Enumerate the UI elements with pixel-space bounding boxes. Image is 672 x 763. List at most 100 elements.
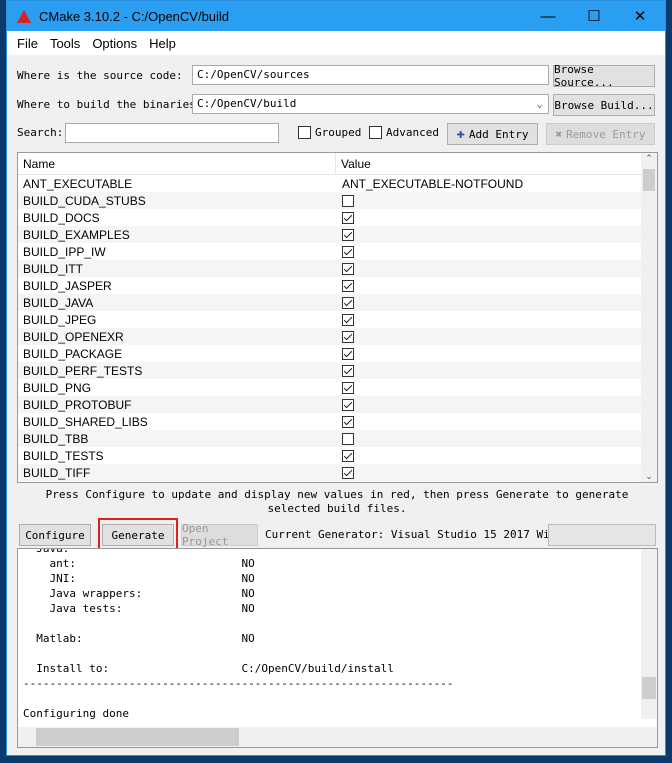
table-vertical-scrollbar[interactable]: ⌃ ⌄ [641, 153, 657, 482]
table-row[interactable]: BUILD_PERF_TESTS [18, 362, 657, 379]
build-value: C:/OpenCV/build [197, 97, 297, 110]
entry-name: BUILD_IPP_IW [23, 244, 106, 259]
entry-checkbox[interactable] [342, 194, 354, 207]
table-row[interactable]: ANT_EXECUTABLE ANT_EXECUTABLE-NOTFOUND [18, 175, 657, 192]
minimize-button[interactable]: — [525, 1, 571, 31]
scroll-down-icon[interactable]: ⌄ [641, 471, 657, 482]
entry-name: BUILD_CUDA_STUBS [23, 193, 146, 208]
entry-name: BUILD_ITT [23, 261, 84, 276]
table-row[interactable]: BUILD_TESTS [18, 447, 657, 464]
search-input[interactable] [65, 123, 279, 143]
menu-bar: File Tools Options Help [7, 31, 665, 55]
table-row[interactable]: BUILD_PROTOBUF [18, 396, 657, 413]
entry-name: BUILD_PNG [23, 380, 92, 395]
entry-name: BUILD_OPENEXR [23, 329, 124, 344]
entry-name: BUILD_JAVA [23, 295, 94, 310]
entry-name: BUILD_PERF_TESTS [23, 363, 143, 378]
entry-checkbox[interactable] [342, 364, 354, 377]
menu-help[interactable]: Help [149, 36, 176, 51]
log-vertical-scrollbar[interactable] [641, 549, 657, 719]
log-horizontal-scrollbar[interactable] [18, 727, 657, 747]
entry-name: ANT_EXECUTABLE [23, 176, 133, 191]
source-label: Where is the source code: [17, 69, 183, 82]
table-row[interactable]: BUILD_DOCS [18, 209, 657, 226]
entry-checkbox[interactable] [342, 466, 354, 479]
browse-source-button[interactable]: Browse Source... [553, 63, 655, 89]
entry-value[interactable]: ANT_EXECUTABLE-NOTFOUND [336, 177, 523, 191]
entry-checkbox[interactable] [342, 262, 354, 275]
configure-button[interactable]: Configure [19, 524, 91, 546]
entry-checkbox[interactable] [342, 211, 354, 224]
entry-checkbox[interactable] [342, 398, 354, 411]
entry-checkbox[interactable] [342, 347, 354, 360]
build-label: Where to build the binaries: [17, 98, 203, 111]
build-combo[interactable]: C:/OpenCV/build ⌄ [192, 94, 549, 114]
cmake-logo-icon [17, 9, 31, 23]
grouped-checkbox[interactable] [298, 126, 311, 139]
cmake-window: CMake 3.10.2 - C:/OpenCV/build — ☐ ✕ Fil… [6, 0, 666, 756]
entry-checkbox[interactable] [342, 245, 354, 258]
current-generator: Current Generator: Visual Studio 15 2017… [265, 528, 570, 541]
grouped-label: Grouped [315, 126, 362, 139]
plus-icon: ✚ [456, 126, 465, 142]
table-row[interactable]: BUILD_JPEG [18, 311, 657, 328]
generate-button[interactable]: Generate [102, 524, 174, 546]
advanced-label: Advanced [386, 126, 439, 139]
column-name[interactable]: Name [18, 153, 336, 174]
scroll-up-icon[interactable]: ⌃ [641, 153, 657, 169]
column-value[interactable]: Value [336, 153, 376, 174]
table-row[interactable]: BUILD_CUDA_STUBS [18, 192, 657, 209]
browse-build-button[interactable]: Browse Build... [553, 94, 655, 116]
table-row[interactable]: BUILD_SHARED_LIBS [18, 413, 657, 430]
table-row[interactable]: BUILD_JASPER [18, 277, 657, 294]
entry-name: BUILD_EXAMPLES [23, 227, 130, 242]
menu-file[interactable]: File [17, 36, 38, 51]
log-text: Java: ant: NO JNI: NO Java wrappers: NO … [23, 548, 454, 720]
title-bar: CMake 3.10.2 - C:/OpenCV/build — ☐ ✕ [7, 1, 665, 31]
entry-checkbox[interactable] [342, 415, 354, 428]
table-row[interactable]: BUILD_IPP_IW [18, 243, 657, 260]
entry-checkbox[interactable] [342, 279, 354, 292]
table-row[interactable]: BUILD_ITT [18, 260, 657, 277]
entry-name: BUILD_TIFF [23, 465, 91, 480]
menu-tools[interactable]: Tools [50, 36, 80, 51]
open-project-button[interactable]: Open Project [181, 522, 258, 548]
entry-checkbox[interactable] [342, 381, 354, 394]
log-hscroll-thumb[interactable] [36, 728, 239, 746]
remove-entry-button[interactable]: ✖ Remove Entry [546, 123, 655, 145]
add-entry-button[interactable]: ✚ Add Entry [447, 123, 538, 145]
log-scroll-thumb[interactable] [642, 677, 656, 699]
menu-options[interactable]: Options [92, 36, 137, 51]
entry-checkbox[interactable] [342, 296, 354, 309]
entry-checkbox[interactable] [342, 330, 354, 343]
table-row[interactable]: BUILD_OPENEXR [18, 328, 657, 345]
window-title: CMake 3.10.2 - C:/OpenCV/build [39, 8, 230, 24]
table-row[interactable]: BUILD_EXAMPLES [18, 226, 657, 243]
entry-name: BUILD_PACKAGE [23, 346, 123, 361]
remove-icon: ✖ [555, 127, 563, 141]
entry-checkbox[interactable] [342, 449, 354, 462]
maximize-button[interactable]: ☐ [571, 1, 617, 31]
close-button[interactable]: ✕ [617, 1, 663, 31]
entry-name: BUILD_TESTS [23, 448, 104, 463]
advanced-checkbox[interactable] [369, 126, 382, 139]
entry-checkbox[interactable] [342, 313, 354, 326]
entry-checkbox[interactable] [342, 432, 354, 445]
table-row[interactable]: BUILD_JAVA [18, 294, 657, 311]
entry-name: BUILD_SHARED_LIBS [23, 414, 148, 429]
table-row[interactable]: BUILD_TIFF [18, 464, 657, 481]
table-body: ANT_EXECUTABLE ANT_EXECUTABLE-NOTFOUND BUI… [18, 175, 657, 481]
entry-checkbox[interactable] [342, 228, 354, 241]
output-log: Java: ant: NO JNI: NO Java wrappers: NO … [17, 548, 658, 748]
table-row[interactable]: BUILD_PACKAGE [18, 345, 657, 362]
table-row[interactable]: BUILD_PNG [18, 379, 657, 396]
entry-name: BUILD_JPEG [23, 312, 97, 327]
hint-text: Press Configure to update and display ne… [45, 488, 629, 515]
source-input[interactable]: C:/OpenCV/sources [192, 65, 549, 85]
add-entry-label: Add Entry [468, 127, 529, 141]
chevron-down-icon: ⌄ [536, 97, 543, 110]
search-label: Search: [17, 126, 64, 139]
table-row[interactable]: BUILD_TBB [18, 430, 657, 447]
table-header: Name Value [18, 153, 657, 175]
scroll-thumb[interactable] [643, 169, 655, 191]
